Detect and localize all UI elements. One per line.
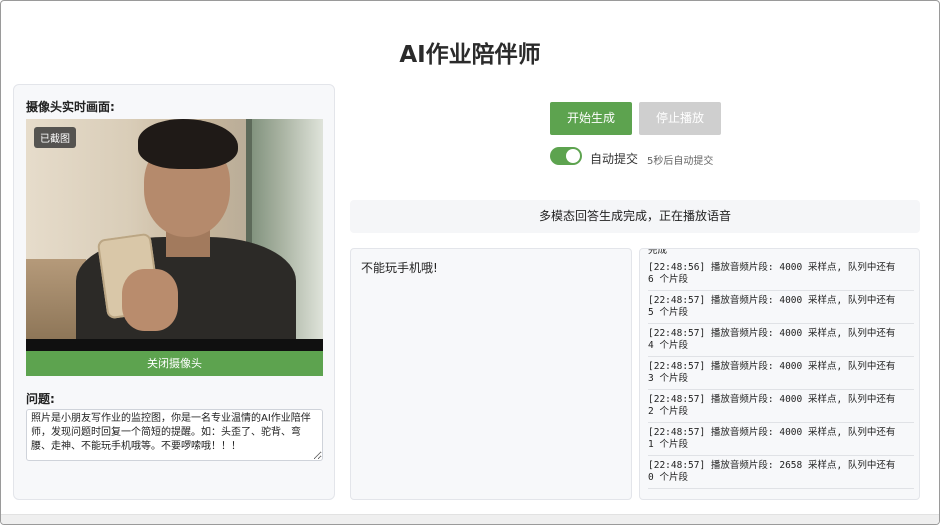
close-camera-button[interactable]: 关闭摄像头 bbox=[26, 351, 323, 376]
page-title: AI作业陪伴师 bbox=[399, 42, 541, 68]
log-entry-line: 4 个片段 bbox=[648, 340, 688, 351]
camera-feed: 已截图 bbox=[26, 119, 323, 353]
log-entry-line: 6 个片段 bbox=[648, 274, 688, 285]
camera-frame-image bbox=[26, 119, 323, 339]
log-list: 完成 [22:48:56] 播放音频片段: 4000 采样点, 队列中还有 6 … bbox=[648, 248, 914, 489]
log-entry-line: 2 个片段 bbox=[648, 406, 688, 417]
log-entry-line: [22:48:57] 播放音频片段: 4000 采样点, 队列中还有 bbox=[648, 295, 896, 306]
log-entry-line: 0 个片段 bbox=[648, 472, 688, 483]
auto-submit-toggle[interactable] bbox=[550, 147, 582, 165]
answer-text: 不能玩手机哦! bbox=[361, 261, 438, 275]
app-window: AI作业陪伴师 摄像头实时画面: 已截图 关闭摄像头 问题: 照片是小朋友写作业… bbox=[0, 0, 940, 525]
log-entry: [22:48:57] 播放音频片段: 4000 采样点, 队列中还有 4 个片段 bbox=[648, 324, 914, 357]
camera-panel: 摄像头实时画面: 已截图 关闭摄像头 问题: 照片是小朋友写作业的监控图，你是一… bbox=[13, 84, 335, 500]
log-entry-line: 1 个片段 bbox=[648, 439, 688, 450]
auto-submit-hint: 5秒后自动提交 bbox=[647, 156, 714, 167]
log-entry-line: [22:48:56] 播放音频片段: 4000 采样点, 队列中还有 bbox=[648, 262, 896, 273]
camera-label: 摄像头实时画面: bbox=[26, 100, 115, 114]
auto-submit-label: 自动提交 bbox=[590, 152, 639, 166]
log-entry: [22:48:57] 播放音频片段: 4000 采样点, 队列中还有 5 个片段 bbox=[648, 291, 914, 324]
log-entry: [22:48:57] 播放音频片段: 2658 采样点, 队列中还有 0 个片段 bbox=[648, 456, 914, 489]
log-panel[interactable]: 完成 [22:48:56] 播放音频片段: 4000 采样点, 队列中还有 6 … bbox=[639, 248, 920, 500]
log-entry: [22:48:57] 播放音频片段: 4000 采样点, 队列中还有 2 个片段 bbox=[648, 390, 914, 423]
log-entry: [22:48:57] 播放音频片段: 4000 采样点, 队列中还有 3 个片段 bbox=[648, 357, 914, 390]
stop-playback-button[interactable]: 停止播放 bbox=[639, 102, 721, 135]
bottom-strip bbox=[1, 514, 939, 524]
question-input[interactable]: 照片是小朋友写作业的监控图，你是一名专业温情的AI作业陪伴师，发现问题时回复一个… bbox=[26, 409, 323, 461]
captured-badge: 已截图 bbox=[34, 127, 76, 148]
log-entry-line: [22:48:57] 播放音频片段: 4000 采样点, 队列中还有 bbox=[648, 361, 896, 372]
log-partial-line: 完成 bbox=[648, 248, 668, 256]
question-label: 问题: bbox=[26, 392, 55, 406]
log-entry-line: [22:48:57] 播放音频片段: 2658 采样点, 队列中还有 bbox=[648, 460, 896, 471]
answer-box: 不能玩手机哦! bbox=[350, 248, 632, 500]
log-entry: [22:48:57] 播放音频片段: 4000 采样点, 队列中还有 1 个片段 bbox=[648, 423, 914, 456]
status-bar: 多模态回答生成完成，正在播放语音 bbox=[350, 200, 920, 233]
log-entry-line: [22:48:57] 播放音频片段: 4000 采样点, 队列中还有 bbox=[648, 427, 896, 438]
scene-person-hair bbox=[138, 119, 238, 169]
log-entry-line: [22:48:57] 播放音频片段: 4000 采样点, 队列中还有 bbox=[648, 328, 896, 339]
toggle-knob bbox=[566, 149, 580, 163]
log-entry-line: [22:48:57] 播放音频片段: 4000 采样点, 队列中还有 bbox=[648, 394, 896, 405]
log-entry: [22:48:56] 播放音频片段: 4000 采样点, 队列中还有 6 个片段 bbox=[648, 258, 914, 291]
scene-hand bbox=[122, 269, 178, 331]
log-entry-line: 5 个片段 bbox=[648, 307, 688, 318]
log-entry-line: 3 个片段 bbox=[648, 373, 688, 384]
start-generate-button[interactable]: 开始生成 bbox=[550, 102, 632, 135]
